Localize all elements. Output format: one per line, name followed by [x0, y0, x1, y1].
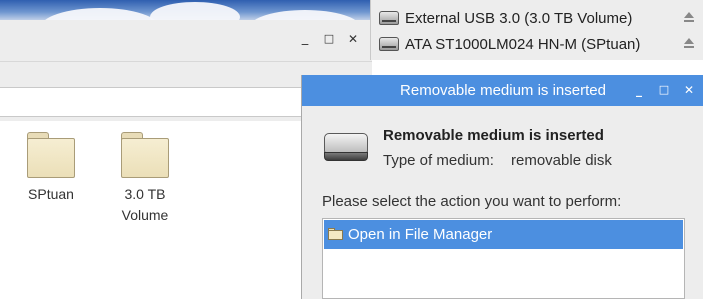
drive-item-ata[interactable]: ATA ST1000LM024 HN-M (SPtuan)	[371, 32, 703, 56]
removable-medium-dialog: Removable medium is inserted _ □ ✕ Remov…	[301, 75, 703, 299]
medium-type-label: Type of medium:	[383, 152, 494, 169]
hard-drive-icon	[324, 133, 368, 163]
action-prompt: Please select the action you want to per…	[322, 193, 622, 210]
folder-icon	[120, 132, 170, 178]
drive-label: External USB 3.0 (3.0 TB Volume)	[405, 9, 633, 27]
close-button[interactable]: ✕	[682, 83, 696, 97]
folder-label-line: Volume	[121, 207, 169, 223]
drive-list-popup: External USB 3.0 (3.0 TB Volume) ATA ST1…	[370, 0, 703, 60]
hard-drive-icon	[379, 11, 399, 25]
folder-icon	[328, 228, 343, 240]
folder-item-sptuan[interactable]: SPtuan	[11, 132, 91, 205]
eject-icon[interactable]	[683, 12, 695, 24]
close-button[interactable]: ✕	[346, 32, 360, 46]
action-list[interactable]: Open in File Manager	[322, 218, 685, 299]
folder-item-3tb-volume[interactable]: 3.0 TB Volume	[105, 132, 185, 226]
eject-icon[interactable]	[683, 38, 695, 50]
maximize-button[interactable]: □	[657, 83, 671, 97]
folder-label-line: 3.0 TB	[124, 186, 166, 202]
drive-item-external-usb[interactable]: External USB 3.0 (3.0 TB Volume)	[371, 6, 703, 30]
hard-drive-icon	[379, 37, 399, 51]
folder-label: 3.0 TB Volume	[105, 184, 185, 226]
dialog-titlebar: Removable medium is inserted _ □ ✕	[302, 75, 703, 106]
dialog-heading: Removable medium is inserted	[383, 127, 604, 144]
minimize-button[interactable]: _	[632, 83, 646, 97]
drive-label: ATA ST1000LM024 HN-M (SPtuan)	[405, 35, 641, 53]
medium-type-value: removable disk	[511, 152, 612, 169]
folder-icon	[26, 132, 76, 178]
action-item-open-in-file-manager[interactable]: Open in File Manager	[324, 220, 683, 249]
folder-label-line: SPtuan	[28, 186, 74, 202]
maximize-button[interactable]: □	[322, 32, 336, 46]
minimize-button[interactable]: _	[298, 32, 312, 46]
folder-label: SPtuan	[11, 184, 91, 205]
file-manager-titlebar: _ □ ✕	[0, 20, 372, 62]
action-label: Open in File Manager	[348, 226, 493, 243]
